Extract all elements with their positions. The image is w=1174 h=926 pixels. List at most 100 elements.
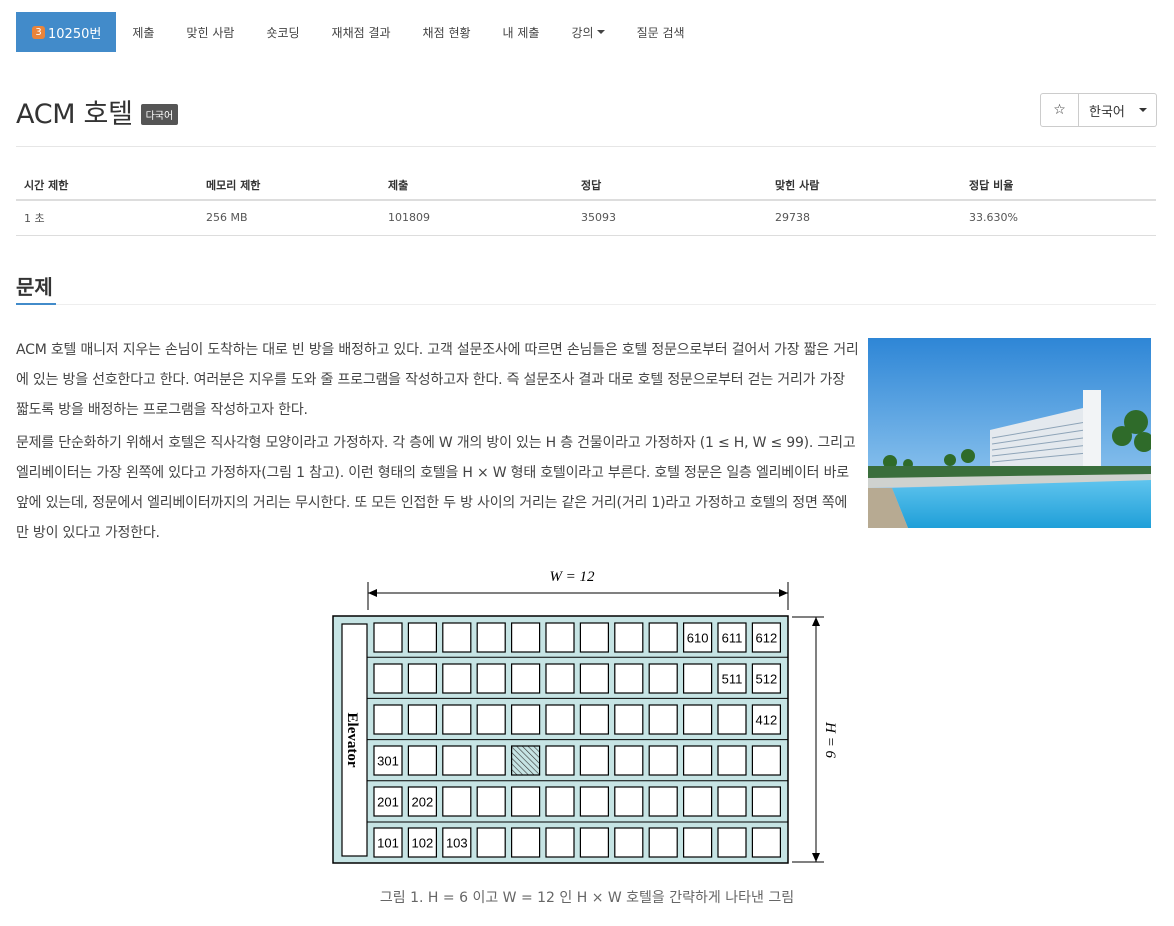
table-row: 1 초 256 MB 101809 35093 29738 33.630% xyxy=(16,200,1156,236)
elevator-label: Elevator xyxy=(344,713,360,768)
nav-my-submissions-label: 내 제출 xyxy=(502,25,540,40)
room-number-label: 301 xyxy=(377,754,399,769)
room-box xyxy=(579,622,609,653)
height-label: H = 6 xyxy=(822,721,838,758)
nav-solved-users[interactable]: 맞힌 사람 xyxy=(170,12,250,52)
hotel-photo xyxy=(868,338,1151,528)
nav-solved-users-label: 맞힌 사람 xyxy=(186,25,235,40)
room-box xyxy=(717,704,747,735)
room-box xyxy=(442,786,472,817)
room-box xyxy=(373,663,403,694)
nav-lecture-dropdown[interactable]: 강의 xyxy=(555,12,620,52)
table-header-row: 시간 제한 메모리 제한 제출 정답 맞힌 사람 정답 비율 xyxy=(16,170,1156,201)
room-box xyxy=(751,745,781,776)
room-number-label: 103 xyxy=(446,836,468,851)
room-box xyxy=(511,704,541,735)
room-box xyxy=(683,704,713,735)
room-box xyxy=(476,745,506,776)
nav-lecture-label: 강의 xyxy=(571,25,594,40)
nav-submit[interactable]: 제출 xyxy=(116,12,170,52)
header-accepted: 정답 xyxy=(573,170,767,201)
caret-down-icon xyxy=(596,30,605,34)
width-label: W = 12 xyxy=(549,569,595,585)
page-title: ACM 호텔 xyxy=(16,99,133,130)
nav-rejudge-label: 재채점 결과 xyxy=(331,25,391,40)
room-box xyxy=(717,786,747,817)
language-dropdown[interactable]: 한국어 xyxy=(1079,93,1157,127)
room-box xyxy=(373,704,403,735)
room-box xyxy=(579,663,609,694)
section-divider xyxy=(16,304,1156,305)
room-box xyxy=(614,786,644,817)
room-box xyxy=(579,704,609,735)
nav-submit-label: 제출 xyxy=(132,25,155,40)
header-solved-users: 맞힌 사람 xyxy=(767,170,961,201)
nav-problem-number[interactable]: 3 10250번 xyxy=(16,12,117,52)
section-title: 문제 xyxy=(16,275,53,299)
room-number-label: 610 xyxy=(687,631,709,646)
room-box xyxy=(648,745,678,776)
room-box xyxy=(407,622,438,653)
header-time-limit: 시간 제한 xyxy=(16,170,198,201)
room-box xyxy=(545,622,575,653)
room-box xyxy=(717,827,747,858)
room-box xyxy=(683,745,713,776)
multilingual-badge: 다국어 xyxy=(140,104,179,125)
hotel-figure: W = 12 H = 6 Elevator 610 611 612 511 512 412… xyxy=(332,562,842,876)
room-box xyxy=(614,622,644,653)
room-box xyxy=(476,827,506,858)
caret-down-icon xyxy=(1138,108,1147,112)
accept-ratio-value: 33.630% xyxy=(961,200,1156,236)
room-number-label: 202 xyxy=(412,795,434,810)
header-accept-ratio: 정답 비율 xyxy=(961,170,1156,201)
nav-short-coding[interactable]: 숏코딩 xyxy=(250,12,315,52)
room-number-label: 102 xyxy=(412,836,434,851)
room-box xyxy=(407,663,438,694)
room-box xyxy=(476,622,506,653)
room-box xyxy=(648,827,678,858)
section-underline xyxy=(16,303,56,305)
room-box xyxy=(751,827,781,858)
nav-status[interactable]: 채점 현황 xyxy=(407,12,487,52)
room-box xyxy=(648,786,678,817)
room-box xyxy=(545,827,575,858)
room-box xyxy=(442,704,472,735)
room-number-label: 412 xyxy=(756,713,778,728)
accepted-value: 35093 xyxy=(573,200,767,236)
room-box xyxy=(614,827,644,858)
room-box xyxy=(683,786,713,817)
room-box xyxy=(545,745,575,776)
room-box xyxy=(579,745,609,776)
room-box xyxy=(648,663,678,694)
header-submissions: 제출 xyxy=(380,170,573,201)
room-box xyxy=(511,827,541,858)
room-box xyxy=(579,786,609,817)
nav-short-coding-label: 숏코딩 xyxy=(266,25,300,40)
room-box xyxy=(545,663,575,694)
favorite-button[interactable]: ☆ xyxy=(1040,93,1079,127)
nav-question-search[interactable]: 질문 검색 xyxy=(621,12,701,52)
room-box xyxy=(683,827,713,858)
room-number-label: 101 xyxy=(377,836,399,851)
nav-my-submissions[interactable]: 내 제출 xyxy=(487,12,556,52)
room-box xyxy=(442,663,472,694)
room-box xyxy=(511,663,541,694)
room-box xyxy=(511,786,541,817)
room-box xyxy=(648,704,678,735)
language-label: 한국어 xyxy=(1089,104,1125,120)
room-box xyxy=(511,622,541,653)
room-box xyxy=(476,663,506,694)
hatched-room xyxy=(511,745,541,776)
room-box xyxy=(614,704,644,735)
tier-badge: 3 xyxy=(32,25,45,39)
submissions-value: 101809 xyxy=(380,200,573,236)
nav-rejudge[interactable]: 재채점 결과 xyxy=(316,12,407,52)
description-paragraph: ACM 호텔 매니저 지우는 손님이 도착하는 대로 빈 방을 배정하고 있다.… xyxy=(16,342,859,418)
memory-limit-value: 256 MB xyxy=(198,200,380,236)
description-paragraph: 문제를 단순화하기 위해서 호텔은 직사각형 모양이라고 가정하자. 각 층에 … xyxy=(16,435,856,541)
room-box xyxy=(407,745,438,776)
room-box xyxy=(545,704,575,735)
divider xyxy=(16,146,1156,147)
room-number-label: 612 xyxy=(756,631,778,646)
room-box xyxy=(579,827,609,858)
